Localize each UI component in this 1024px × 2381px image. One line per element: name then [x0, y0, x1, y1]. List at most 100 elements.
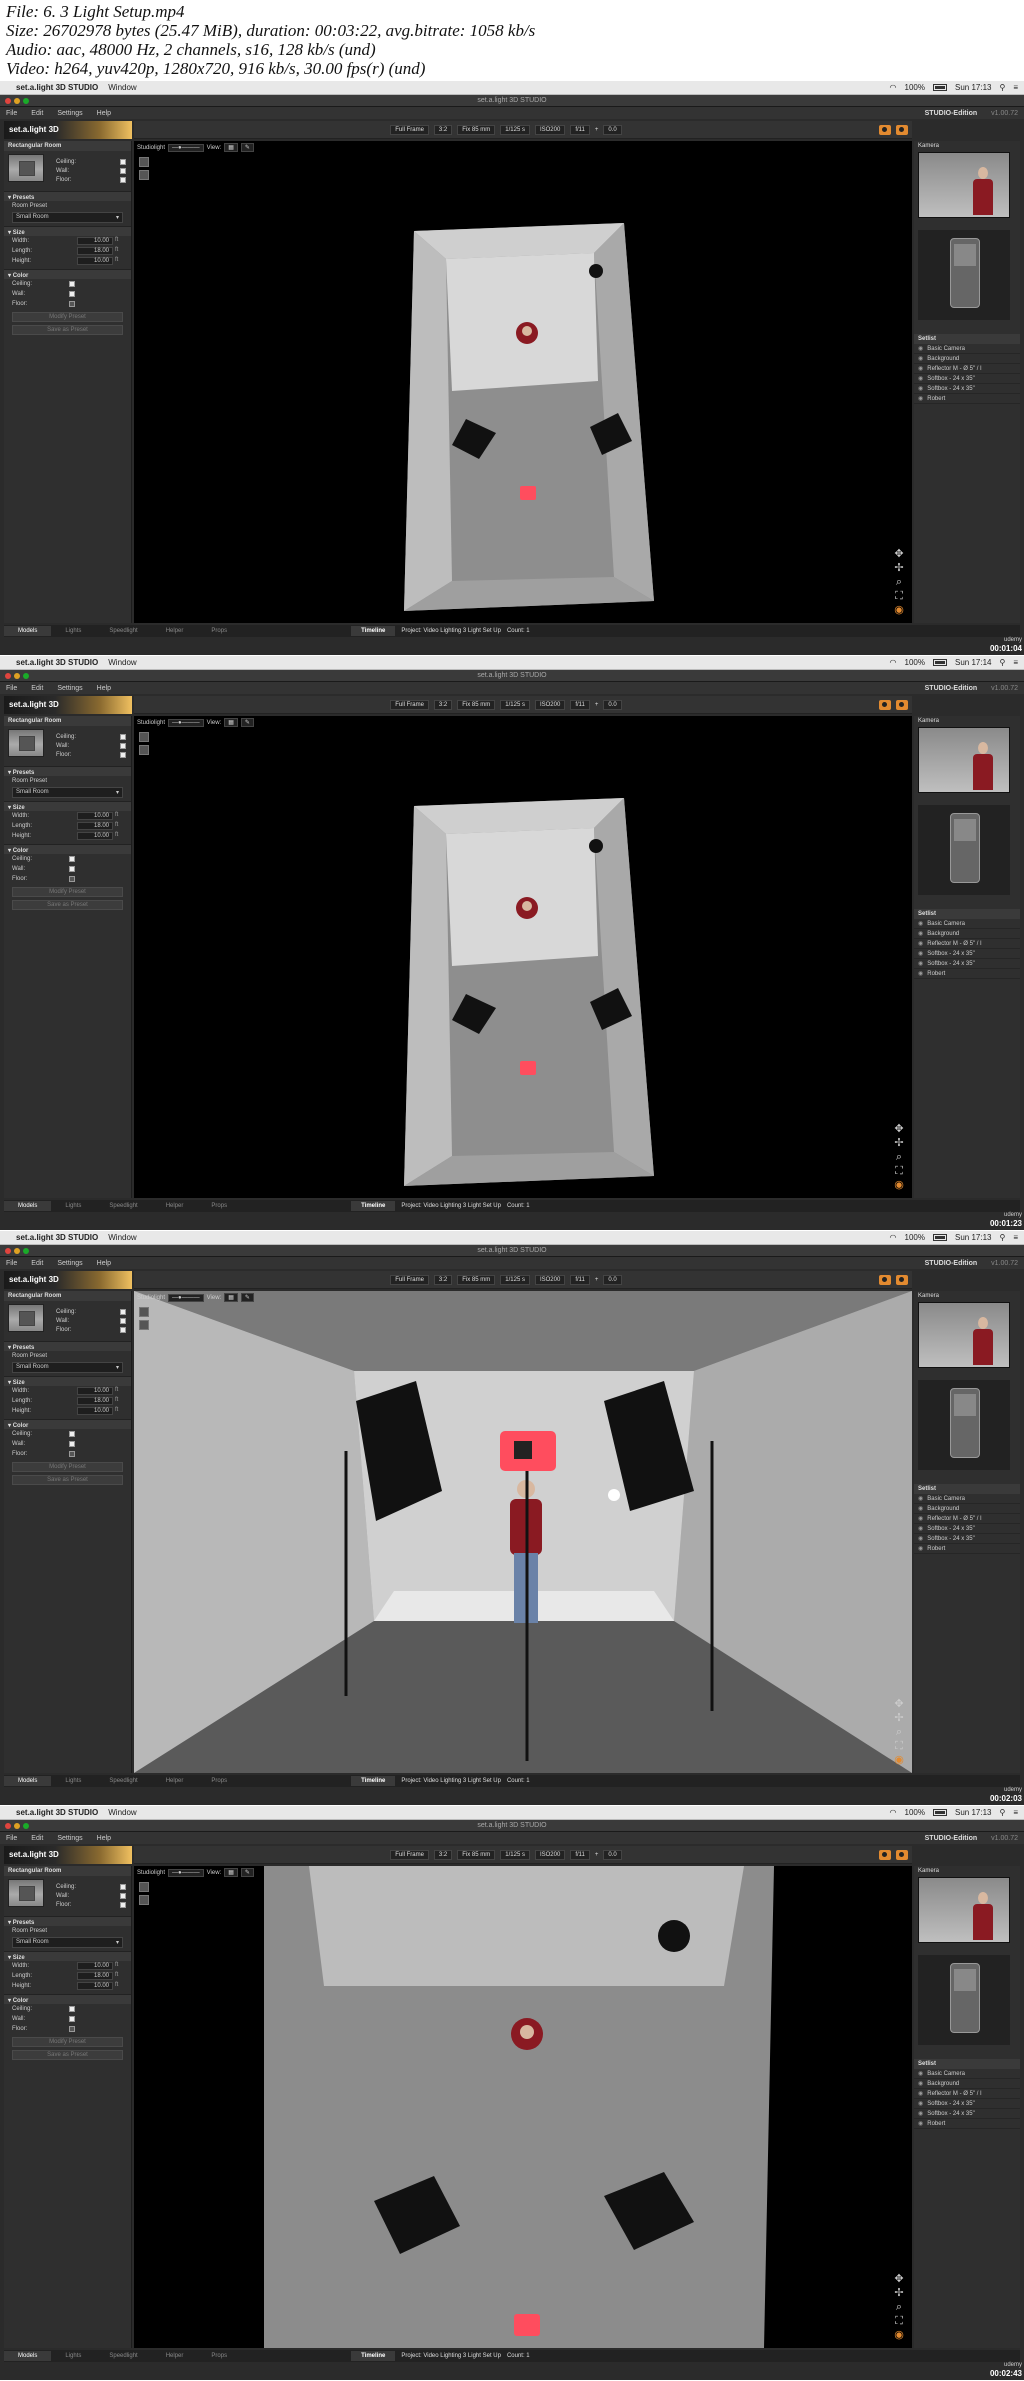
shutter-select[interactable]: 1/125 s: [500, 1274, 530, 1285]
ev-value[interactable]: 0.0: [603, 124, 622, 135]
pan-icon[interactable]: ✢: [892, 561, 906, 575]
clock[interactable]: Sun 17:13: [955, 1808, 991, 1817]
save-preset-button[interactable]: Save as Preset: [12, 1475, 123, 1485]
tab-props[interactable]: Props: [197, 626, 241, 636]
tab-models[interactable]: Models: [4, 1201, 52, 1211]
tab-speedlight[interactable]: Speedlight: [95, 2351, 151, 2361]
studiolight-slider[interactable]: —●———: [168, 1293, 204, 1302]
presets-section[interactable]: ▾ Presets: [4, 191, 131, 201]
setlist-item[interactable]: ◉ Softbox - 24 x 35": [914, 1524, 1020, 1534]
setlist-item[interactable]: ◉ Reflector M - Ø 5" / I: [914, 1514, 1020, 1524]
tab-lights[interactable]: Lights: [51, 1201, 95, 1211]
pan-icon[interactable]: ✢: [892, 2286, 906, 2300]
aperture-select[interactable]: f/11: [570, 124, 590, 135]
camera-icon[interactable]: [879, 1849, 891, 1860]
room-preset-select[interactable]: Small Room ▾: [12, 1362, 123, 1373]
light-bulb-icon[interactable]: ◉: [892, 1753, 906, 1767]
move-tool-icon[interactable]: [139, 1320, 149, 1330]
menu-list-icon[interactable]: ≡: [1013, 83, 1018, 92]
window-menu[interactable]: Window: [108, 83, 136, 92]
pen-icon[interactable]: ✎: [240, 1293, 254, 1302]
size-section[interactable]: ▾ Size: [4, 1951, 131, 1961]
select-tool-icon[interactable]: [139, 1307, 149, 1317]
search-icon[interactable]: ⚲: [999, 658, 1005, 667]
ratio-select[interactable]: 3:2: [433, 1849, 453, 1860]
app-name[interactable]: set.a.light 3D STUDIO: [16, 658, 98, 667]
pan-icon[interactable]: ✢: [892, 1136, 906, 1150]
tab-models[interactable]: Models: [4, 626, 52, 636]
save-preset-button[interactable]: Save as Preset: [12, 2050, 123, 2060]
3d-viewport[interactable]: Studiolight —●——— View: ▦ ✎ ✥ ✢ ⌕ ⛶ ◉: [134, 1291, 912, 1773]
plus-icon[interactable]: +: [595, 702, 599, 708]
aperture-select[interactable]: f/11: [570, 699, 590, 710]
floor-checkbox[interactable]: [120, 176, 126, 183]
frame-icon[interactable]: ⛶: [892, 2314, 906, 2328]
timeline-tab[interactable]: Timeline: [351, 626, 396, 636]
select-tool-icon[interactable]: [139, 1882, 149, 1892]
sensor-select[interactable]: Full Frame: [390, 699, 429, 710]
close-button[interactable]: [5, 1248, 11, 1254]
setlist-item[interactable]: ◉ Background: [914, 929, 1020, 939]
shutter-select[interactable]: 1/125 s: [500, 699, 530, 710]
3d-viewport[interactable]: Studiolight —●——— View: ▦ ✎ ✥ ✢ ⌕ ⛶ ◉: [134, 141, 912, 623]
color-section[interactable]: ▾ Color: [4, 844, 131, 854]
menu-help[interactable]: Help: [97, 685, 111, 692]
width-input[interactable]: 10.00: [77, 1962, 113, 1970]
minimize-button[interactable]: [14, 1248, 20, 1254]
camera-icon[interactable]: [879, 1274, 891, 1285]
wall-color-swatch[interactable]: [69, 2016, 75, 2022]
ceiling-color-swatch[interactable]: [69, 281, 75, 287]
tab-lights[interactable]: Lights: [51, 1776, 95, 1786]
view-grid-icon[interactable]: ▦: [224, 718, 238, 727]
save-preset-button[interactable]: Save as Preset: [12, 900, 123, 910]
menu-edit[interactable]: Edit: [31, 685, 43, 692]
setlist-item[interactable]: ◉ Reflector M - Ø 5" / I: [914, 364, 1020, 374]
ratio-select[interactable]: 3:2: [433, 124, 453, 135]
studiolight-slider[interactable]: —●———: [168, 143, 204, 152]
minimize-button[interactable]: [14, 98, 20, 104]
color-section[interactable]: ▾ Color: [4, 1419, 131, 1429]
clock[interactable]: Sun 17:14: [955, 658, 991, 667]
wall-checkbox[interactable]: [120, 1317, 126, 1324]
modify-preset-button[interactable]: Modify Preset: [12, 1462, 123, 1472]
zoom-icon[interactable]: ⌕: [892, 1150, 906, 1164]
size-section[interactable]: ▾ Size: [4, 1376, 131, 1386]
height-input[interactable]: 10.00: [77, 1407, 113, 1415]
presets-section[interactable]: ▾ Presets: [4, 1341, 131, 1351]
presets-section[interactable]: ▾ Presets: [4, 766, 131, 776]
zoom-icon[interactable]: ⌕: [892, 575, 906, 589]
menu-file[interactable]: File: [6, 110, 17, 117]
tab-props[interactable]: Props: [197, 1201, 241, 1211]
timeline-tab[interactable]: Timeline: [351, 2351, 396, 2361]
search-icon[interactable]: ⚲: [999, 83, 1005, 92]
ratio-select[interactable]: 3:2: [433, 1274, 453, 1285]
sensor-select[interactable]: Full Frame: [390, 1849, 429, 1860]
room-preset-select[interactable]: Small Room ▾: [12, 212, 123, 223]
lens-select[interactable]: Fix 85 mm: [457, 699, 496, 710]
iso-select[interactable]: ISO200: [534, 1274, 566, 1285]
width-input[interactable]: 10.00: [77, 812, 113, 820]
studio-scene[interactable]: [134, 1866, 912, 2348]
wifi-icon[interactable]: ◠: [890, 1808, 897, 1817]
camera-preview[interactable]: [918, 1877, 1010, 1943]
camera-icon[interactable]: [879, 699, 891, 710]
menu-help[interactable]: Help: [97, 1260, 111, 1267]
setlist-item[interactable]: ◉ Robert: [914, 2119, 1020, 2129]
minimize-button[interactable]: [14, 673, 20, 679]
window-menu[interactable]: Window: [108, 1233, 136, 1242]
height-input[interactable]: 10.00: [77, 1982, 113, 1990]
modify-preset-button[interactable]: Modify Preset: [12, 2037, 123, 2047]
3d-viewport[interactable]: Studiolight —●——— View: ▦ ✎ ✥ ✢ ⌕ ⛶ ◉: [134, 1866, 912, 2348]
modify-preset-button[interactable]: Modify Preset: [12, 312, 123, 322]
floor-color-swatch[interactable]: [69, 1451, 75, 1457]
move-icon[interactable]: ✥: [892, 547, 906, 561]
wall-checkbox[interactable]: [120, 742, 126, 749]
lens-select[interactable]: Fix 85 mm: [457, 1274, 496, 1285]
ceiling-checkbox[interactable]: [120, 1308, 126, 1315]
camera-capture-icon[interactable]: [896, 699, 908, 710]
view-grid-icon[interactable]: ▦: [224, 1868, 238, 1877]
timeline-tab[interactable]: Timeline: [351, 1776, 396, 1786]
tab-lights[interactable]: Lights: [51, 2351, 95, 2361]
studiolight-slider[interactable]: —●———: [168, 718, 204, 727]
setlist-item[interactable]: ◉ Softbox - 24 x 35": [914, 2109, 1020, 2119]
